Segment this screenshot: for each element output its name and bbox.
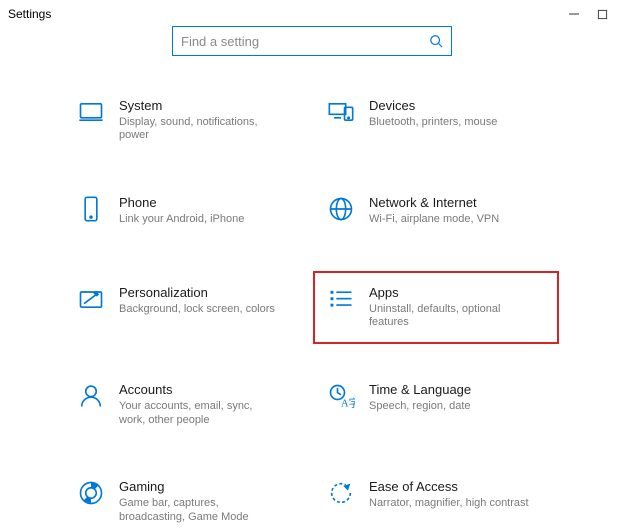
category-ease-of-access[interactable]: Ease of Access Narrator, magnifier, high… [327,475,547,528]
category-personalization[interactable]: Personalization Background, lock screen,… [77,281,297,334]
ease-of-access-icon [327,479,355,507]
category-phone[interactable]: Phone Link your Android, iPhone [77,191,297,237]
category-label: Time & Language [369,382,547,398]
category-desc: Bluetooth, printers, mouse [369,116,529,130]
category-label: System [119,98,297,114]
category-desc: Uninstall, defaults, optional features [369,303,529,331]
category-desc: Wi-Fi, airplane mode, VPN [369,213,529,227]
maximize-button[interactable] [588,0,616,28]
category-accounts[interactable]: Accounts Your accounts, email, sync, wor… [77,378,297,431]
category-gaming[interactable]: Gaming Game bar, captures, broadcasting,… [77,475,297,528]
category-label: Devices [369,98,547,114]
svg-text:A字: A字 [341,397,355,410]
globe-icon [327,195,355,223]
category-desc: Narrator, magnifier, high contrast [369,497,529,511]
system-icon [77,98,105,126]
category-label: Ease of Access [369,479,547,495]
time-language-icon: A字 [327,382,355,410]
apps-icon [327,285,355,313]
category-system[interactable]: System Display, sound, notifications, po… [77,94,297,147]
category-label: Gaming [119,479,297,495]
window-title: Settings [8,7,560,21]
category-label: Apps [369,285,547,301]
settings-grid: System Display, sound, notifications, po… [77,94,547,528]
category-desc: Game bar, captures, broadcasting, Game M… [119,497,279,525]
category-time-language[interactable]: A字 Time & Language Speech, region, date [327,378,547,431]
minimize-button[interactable] [560,0,588,28]
search-container [0,26,624,56]
devices-icon [327,98,355,126]
search-icon [429,34,443,48]
category-network[interactable]: Network & Internet Wi-Fi, airplane mode,… [327,191,547,237]
category-devices[interactable]: Devices Bluetooth, printers, mouse [327,94,547,147]
category-label: Accounts [119,382,297,398]
accounts-icon [77,382,105,410]
phone-icon [77,195,105,223]
category-label: Phone [119,195,297,211]
category-desc: Your accounts, email, sync, work, other … [119,400,279,428]
category-desc: Background, lock screen, colors [119,303,279,317]
search-box[interactable] [172,26,452,56]
category-apps[interactable]: Apps Uninstall, defaults, optional featu… [327,281,547,334]
personalization-icon [77,285,105,313]
category-desc: Display, sound, notifications, power [119,116,279,144]
category-desc: Speech, region, date [369,400,529,414]
title-bar: Settings [0,0,624,28]
search-input[interactable] [181,34,429,49]
category-label: Personalization [119,285,297,301]
category-desc: Link your Android, iPhone [119,213,279,227]
gaming-icon [77,479,105,507]
category-label: Network & Internet [369,195,547,211]
